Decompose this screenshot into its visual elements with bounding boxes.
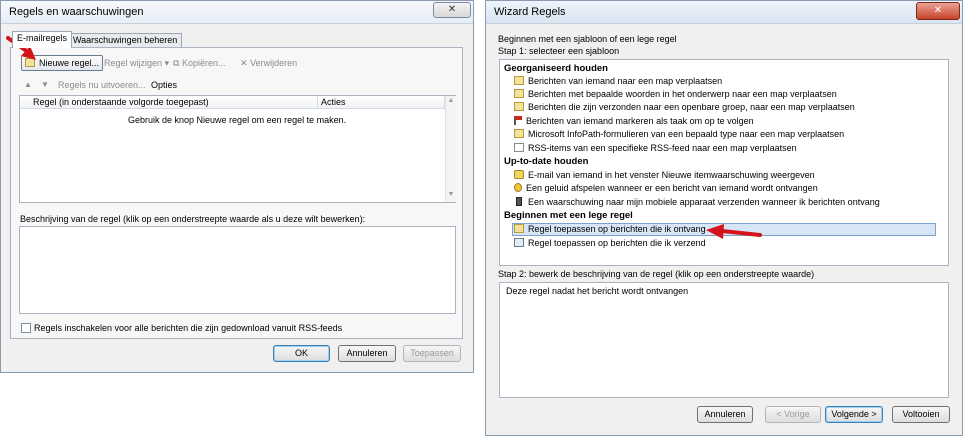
email-rules-panel: Nieuwe regel... Regel wijzigen ▾ ⧉ Kopië… — [10, 47, 463, 339]
send-icon — [514, 238, 524, 247]
title-bar: Regels en waarschuwingen ✕ — [1, 1, 473, 24]
template-item-label: RSS-items van een specifieke RSS-feed na… — [528, 143, 797, 153]
template-item-label: Een geluid afspelen wanneer er een beric… — [526, 183, 818, 193]
wizard-intro: Beginnen met een sjabloon of een lege re… — [498, 34, 677, 44]
ok-button[interactable]: OK — [273, 345, 330, 362]
rules-alerts-dialog: Regels en waarschuwingen ✕ E-mailregels … — [0, 0, 474, 373]
new-rule-label: Nieuwe regel... — [39, 58, 100, 68]
copy-label: Kopiëren... — [181, 58, 226, 68]
scroll-down-arrow-icon[interactable]: ▼ — [446, 191, 456, 198]
rss-rules-label: Regels inschakelen voor alle berichten d… — [34, 323, 343, 333]
template-item-label: Regel toepassen op berichten die ik ontv… — [528, 224, 706, 234]
change-rule-button[interactable]: Regel wijzigen ▾ — [104, 56, 169, 70]
rule-description-box[interactable] — [19, 226, 456, 314]
back-button[interactable]: < Vorige — [765, 406, 821, 423]
copy-rule-button[interactable]: ⧉ Kopiëren... — [173, 56, 225, 70]
template-item[interactable]: Berichten van iemand markeren als taak o… — [514, 115, 754, 128]
run-rules-button[interactable]: Regels nu uitvoeren... — [58, 78, 146, 92]
options-button[interactable]: Opties — [151, 78, 177, 92]
rss-rules-checkbox[interactable] — [21, 323, 31, 333]
scroll-up-arrow-icon[interactable]: ▲ — [446, 97, 456, 104]
template-item-label: Regel toepassen op berichten die ik verz… — [528, 238, 706, 248]
phone-icon — [516, 197, 522, 206]
envelope-icon — [514, 102, 524, 111]
delete-icon: ✕ — [240, 58, 248, 68]
copy-icon: ⧉ — [173, 58, 180, 68]
rules-wizard-dialog: Wizard Regels ✕ Beginnen met een sjabloo… — [485, 0, 963, 436]
template-item-label: Berichten met bepaalde woorden in het on… — [528, 89, 837, 99]
template-item[interactable]: RSS-items van een specifieke RSS-feed na… — [514, 142, 797, 155]
template-item[interactable]: Berichten die zijn verzonden naar een op… — [514, 101, 855, 114]
template-item[interactable]: Regel toepassen op berichten die ik verz… — [514, 237, 706, 250]
change-rule-label: Regel wijzigen — [104, 58, 163, 68]
template-item-label: Een waarschuwing naar mijn mobiele appar… — [528, 197, 880, 207]
move-up-button[interactable]: ▲ — [24, 78, 32, 92]
rules-list[interactable]: Regel (in onderstaande volgorde toegepas… — [19, 95, 456, 203]
template-item[interactable]: E-mail van iemand in het venster Nieuwe … — [514, 169, 815, 182]
document-icon — [514, 143, 524, 152]
empty-list-message: Gebruik de knop Nieuwe regel om een rege… — [128, 115, 347, 125]
template-item-label: E-mail van iemand in het venster Nieuwe … — [528, 170, 815, 180]
tab-email-rules[interactable]: E-mailregels — [12, 31, 73, 48]
envelope-icon — [514, 129, 524, 138]
dialog-title: Regels en waarschuwingen — [9, 6, 144, 18]
sound-icon — [514, 183, 522, 192]
wizard-description-text: Deze regel nadat het bericht wordt ontva… — [506, 286, 689, 296]
finish-button[interactable]: Voltooien — [892, 406, 950, 423]
template-item-label: Berichten die zijn verzonden naar een op… — [528, 102, 855, 112]
column-actions[interactable]: Acties — [318, 96, 445, 108]
cancel-button[interactable]: Annuleren — [338, 345, 396, 362]
star-icon — [514, 170, 524, 179]
rules-list-header: Regel (in onderstaande volgorde toegepas… — [20, 96, 445, 109]
wizard-cancel-button[interactable]: Annuleren — [697, 406, 753, 423]
step1-label: Stap 1: selecteer een sjabloon — [498, 46, 620, 56]
close-button[interactable]: ✕ — [433, 2, 471, 18]
template-item[interactable]: Microsoft InfoPath-formulieren van een b… — [514, 128, 844, 141]
apply-button[interactable]: Toepassen — [403, 345, 461, 362]
annotation-arrow-right — [706, 224, 762, 239]
envelope-icon — [514, 76, 524, 85]
template-item-label: Berichten van iemand markeren als taak o… — [526, 116, 754, 126]
template-item[interactable]: Een geluid afspelen wanneer er een beric… — [514, 182, 818, 195]
envelope-icon — [514, 89, 524, 98]
chevron-down-icon: ▾ — [164, 58, 170, 68]
tab-manage-alerts[interactable]: Waarschuwingen beheren — [68, 33, 183, 48]
group-blank-rule: Beginnen met een lege regel — [504, 210, 633, 221]
next-button[interactable]: Volgende > — [825, 406, 883, 423]
group-organized: Georganiseerd houden — [504, 63, 608, 74]
group-up-to-date: Up-to-date houden — [504, 156, 589, 167]
rules-list-scrollbar[interactable]: ▲ ▼ — [445, 96, 456, 202]
move-down-button[interactable]: ▼ — [41, 78, 49, 92]
delete-label: Verwijderen — [250, 58, 298, 68]
flag-icon — [514, 116, 522, 125]
description-label: Beschrijving van de regel (klik op een o… — [20, 214, 366, 224]
delete-rule-button[interactable]: ✕ Verwijderen — [240, 56, 297, 70]
column-rule[interactable]: Regel (in onderstaande volgorde toegepas… — [30, 96, 318, 108]
wizard-description-box[interactable]: Deze regel nadat het bericht wordt ontva… — [499, 282, 949, 398]
envelope-icon — [514, 224, 524, 233]
template-item[interactable]: Berichten met bepaalde woorden in het on… — [514, 88, 837, 101]
template-item[interactable]: Berichten van iemand naar een map verpla… — [514, 75, 722, 88]
wizard-title-bar: Wizard Regels ✕ — [486, 1, 962, 24]
template-item[interactable]: Een waarschuwing naar mijn mobiele appar… — [514, 196, 880, 209]
wizard-close-button[interactable]: ✕ — [916, 2, 960, 20]
step2-label: Stap 2: bewerk de beschrijving van de re… — [498, 269, 815, 279]
template-item-label: Berichten van iemand naar een map verpla… — [528, 76, 723, 86]
template-item-label: Microsoft InfoPath-formulieren van een b… — [528, 129, 845, 139]
wizard-title: Wizard Regels — [494, 6, 566, 18]
